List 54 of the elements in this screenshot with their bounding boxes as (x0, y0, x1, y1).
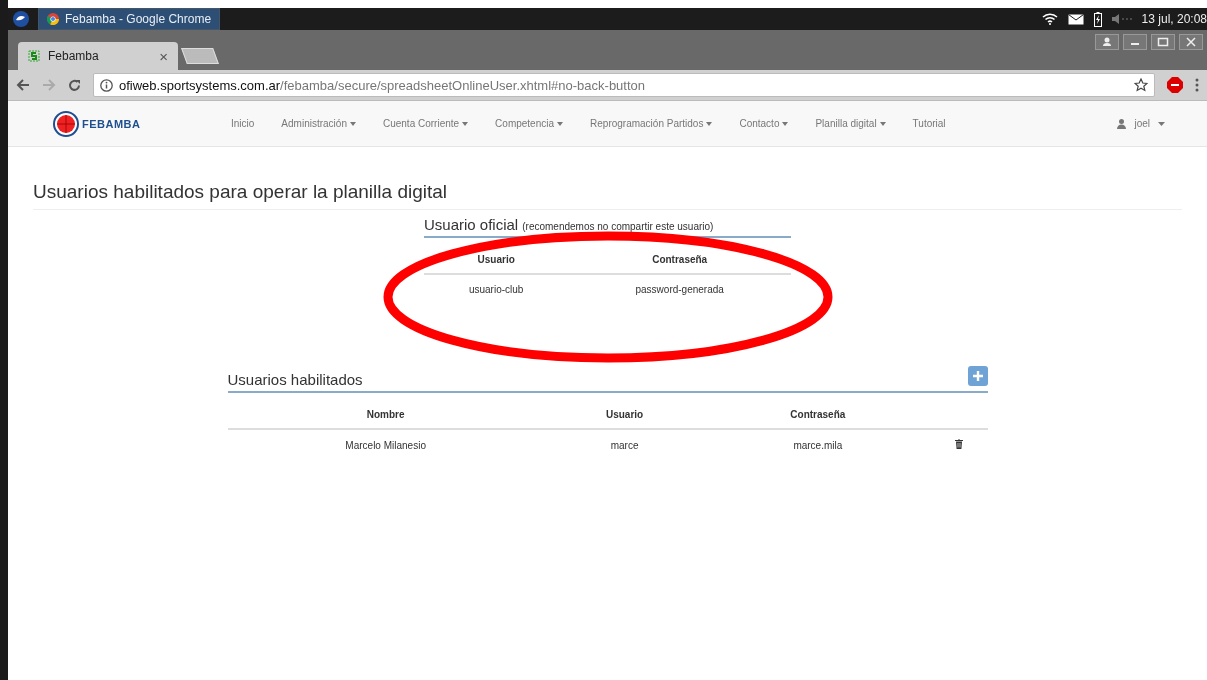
user-icon (1117, 118, 1127, 129)
tab-close-button[interactable]: × (159, 47, 168, 65)
speaker-icon[interactable] (1111, 14, 1132, 24)
page-title: Usuarios habilitados para operar la planilla digital (33, 181, 1182, 210)
info-icon (100, 78, 113, 92)
add-button[interactable] (967, 366, 988, 386)
site-favicon (28, 50, 40, 62)
nav-link[interactable]: Planilla digital (815, 118, 886, 129)
section-heading: Usuario oficial (424, 216, 519, 233)
mail-icon[interactable] (1067, 13, 1084, 25)
table-cell: Marcelo Milanesio (227, 429, 544, 460)
trash-icon[interactable] (954, 439, 963, 449)
battery-icon[interactable] (1093, 11, 1102, 27)
star-icon[interactable] (1134, 78, 1148, 92)
caret-icon (1158, 121, 1165, 126)
column-header: Contraseña (568, 246, 791, 274)
minimize-icon[interactable] (1123, 34, 1147, 50)
plus-icon (972, 371, 983, 381)
logo-text[interactable]: FEBAMBA (82, 117, 141, 130)
tab-title: Febamba (48, 49, 100, 63)
table-cell: usuario-club (424, 274, 569, 304)
user-menu[interactable]: joel (1117, 118, 1165, 129)
wifi-icon[interactable] (1041, 13, 1058, 25)
nav-link[interactable]: Contacto (739, 118, 789, 129)
new-tab-button[interactable] (181, 48, 219, 64)
browser-tab[interactable]: Febamba × (18, 42, 178, 70)
nav-link[interactable]: Cuenta Corriente (382, 118, 469, 129)
profile-icon[interactable] (1095, 34, 1119, 50)
column-header: Nombre (227, 401, 544, 429)
nav-link[interactable]: Reprogramación Partidos (590, 118, 713, 129)
column-header: Usuario (424, 246, 569, 274)
table-cell: marce (543, 429, 706, 460)
back-arrow-icon[interactable] (16, 79, 30, 91)
nav-link[interactable]: Administración (281, 118, 356, 129)
section-note: (recomendemos no compartir este usuario) (522, 221, 714, 233)
maximize-icon[interactable] (1151, 34, 1175, 50)
nav-link[interactable]: Competencia (495, 118, 564, 129)
table-cell: marce.mila (705, 429, 931, 460)
address-bar[interactable]: ofiweb.sportsystems.com.ar/febamba/secure/spreadsheetOnlineUser.xhtml#no-back-button (93, 73, 1155, 97)
start-menu-icon[interactable] (12, 11, 30, 27)
basketball-logo-icon (53, 110, 79, 137)
section-heading: Usuarios habilitados (227, 371, 363, 388)
chrome-icon (47, 13, 59, 25)
column-header: Contraseña (705, 401, 931, 429)
reload-icon[interactable] (68, 78, 81, 92)
taskbar-window-button[interactable]: Febamba - Google Chrome (38, 8, 221, 30)
nav-link[interactable]: Tutorial (912, 118, 946, 129)
column-header: Usuario (543, 401, 706, 429)
menu-icon[interactable] (1195, 78, 1199, 92)
adblock-icon[interactable] (1167, 77, 1183, 93)
close-icon[interactable] (1179, 34, 1203, 50)
table-cell: password-generada (568, 274, 791, 304)
nav-link[interactable]: Inicio (231, 118, 255, 129)
clock[interactable]: 13 jul, 20:08 (1141, 12, 1207, 26)
